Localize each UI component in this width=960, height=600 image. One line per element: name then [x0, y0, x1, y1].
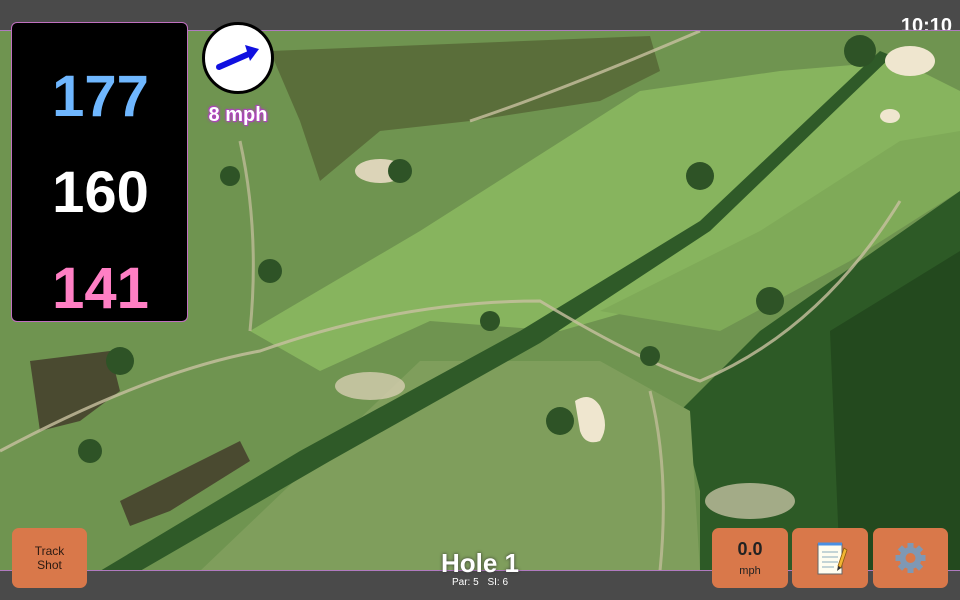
distance-back: 177	[52, 64, 149, 129]
hole-par: Par: 5	[451, 577, 479, 588]
speed-value: 0.0	[737, 539, 763, 559]
wind-speed-label: 8 mph	[208, 104, 268, 126]
settings-button[interactable]	[873, 528, 948, 588]
distance-front: 141	[52, 256, 149, 321]
gear-icon	[895, 543, 926, 573]
hole-title: Hole 1	[440, 548, 520, 578]
speed-button[interactable]: 0.0 mph	[712, 528, 788, 588]
notes-button[interactable]	[792, 528, 868, 588]
distance-panel: 177 160 141	[11, 22, 188, 322]
wind-indicator	[202, 22, 274, 94]
arrow-up-right-icon	[216, 45, 259, 70]
notepad-icon	[817, 542, 848, 575]
hole-info: Par: 5 SI: 6	[380, 577, 580, 588]
speed-unit: mph	[739, 565, 761, 577]
golf-gps-app: 10:10 177 160 141 8 mph Track Shot 0.0 m…	[0, 0, 960, 600]
hole-stroke-index: SI: 6	[487, 577, 509, 588]
track-shot-button[interactable]: Track Shot	[12, 528, 87, 588]
distance-middle: 160	[52, 160, 149, 225]
track-shot-label: Track Shot	[34, 544, 65, 572]
